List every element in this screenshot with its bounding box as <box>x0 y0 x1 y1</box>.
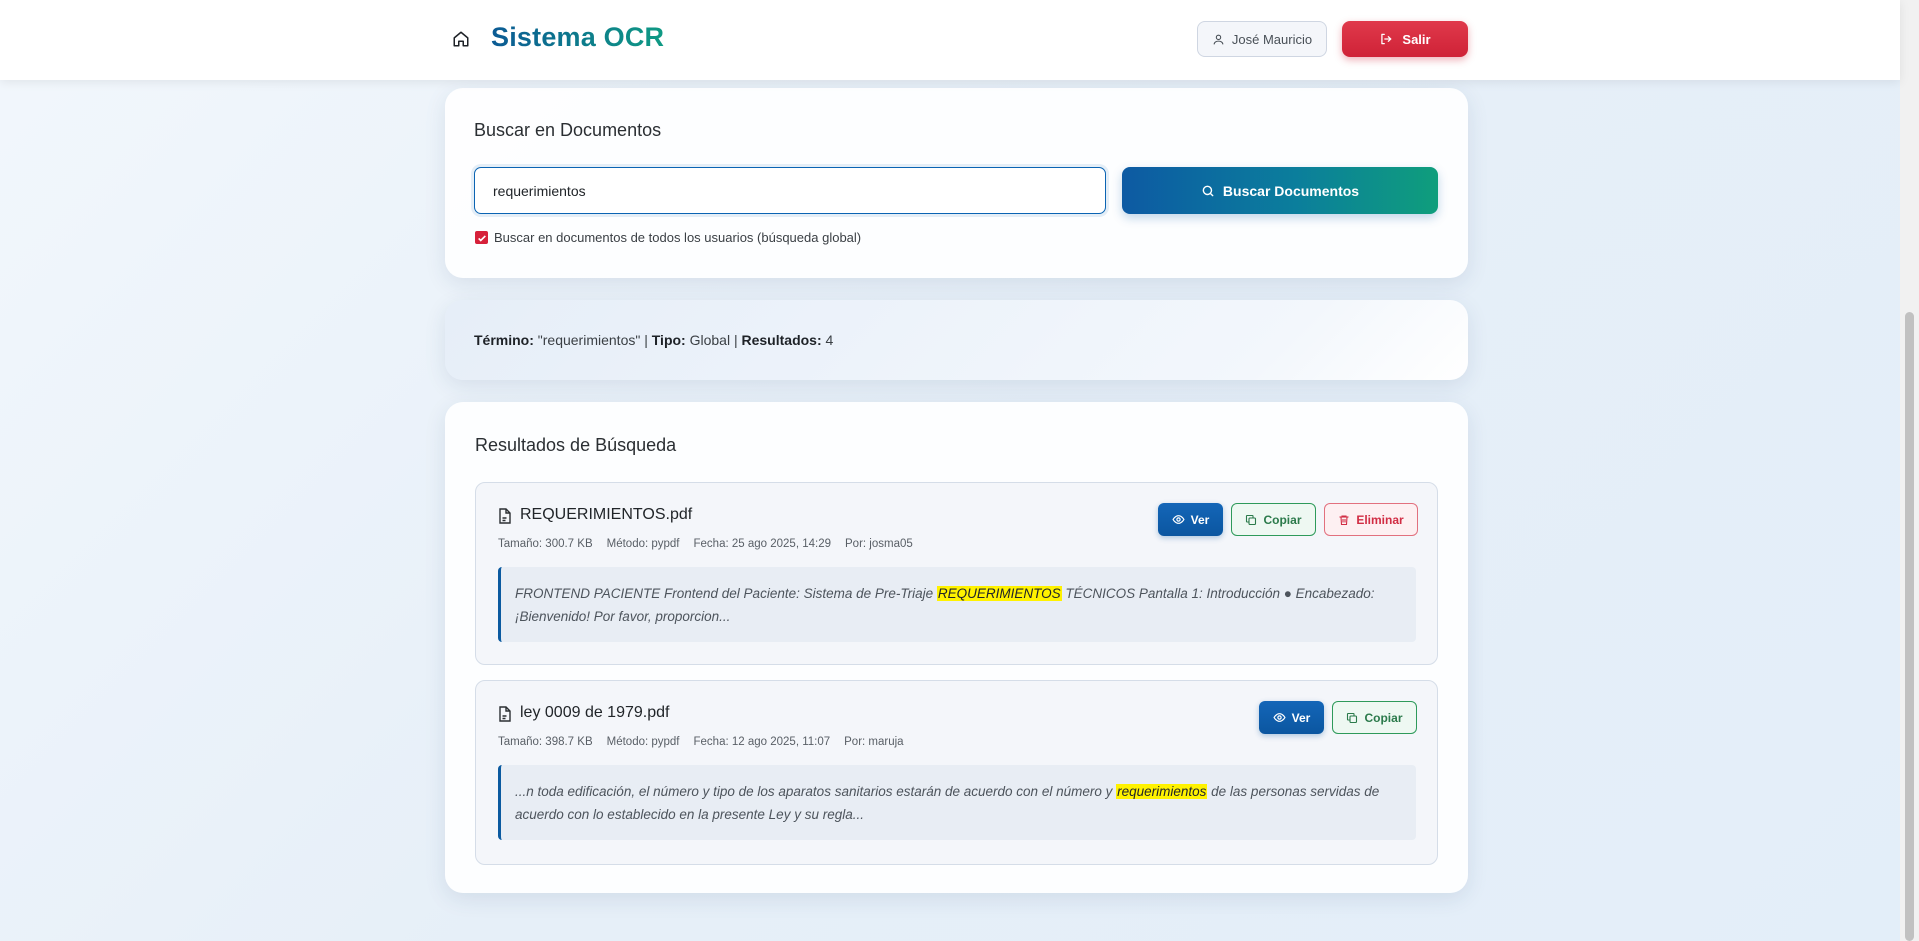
result-method: Método: pypdf <box>606 538 680 550</box>
result-file-name[interactable]: ley 0009 de 1979.pdf <box>520 704 669 722</box>
logout-button[interactable]: Salir <box>1342 21 1468 57</box>
match-highlight: REQUERIMIENTOS <box>936 586 1062 601</box>
global-search-label[interactable]: Buscar en documentos de todos los usuari… <box>494 230 861 245</box>
copy-label: Copiar <box>1263 512 1302 527</box>
copy-button[interactable]: Copiar <box>1332 701 1417 734</box>
search-icon <box>1202 185 1214 196</box>
search-button[interactable]: Buscar Documentos <box>1122 167 1438 214</box>
result-excerpt: FRONTEND PACIENTE Frontend del Paciente:… <box>498 567 1416 642</box>
summary-line: Término: "requerimientos" | Tipo: Global… <box>474 332 833 348</box>
copy-icon <box>1246 514 1257 525</box>
results-title: Resultados de Búsqueda <box>475 435 677 455</box>
delete-label: Eliminar <box>1356 512 1404 527</box>
search-input[interactable] <box>474 167 1106 214</box>
result-file-name[interactable]: REQUERIMIENTOS.pdf <box>520 506 692 524</box>
copy-icon <box>1347 712 1358 723</box>
copy-label: Copiar <box>1364 710 1403 725</box>
type-value: Global <box>689 332 731 348</box>
checkmark-icon <box>477 234 486 242</box>
excerpt-text: ...n toda edificación, el número y tipo … <box>515 784 1117 799</box>
separator: | <box>733 332 738 348</box>
copy-button[interactable]: Copiar <box>1231 503 1316 536</box>
result-item: REQUERIMIENTOS.pdf Tamaño: 300.7 KB Méto… <box>475 482 1438 665</box>
search-summary: Término: "requerimientos" | Tipo: Global… <box>445 300 1468 380</box>
top-navbar: Sistema OCR José Mauricio Salir <box>0 0 1900 80</box>
user-icon <box>1213 34 1224 44</box>
view-button[interactable]: Ver <box>1158 503 1223 536</box>
result-date: Fecha: 12 ago 2025, 11:07 <box>693 736 831 748</box>
delete-button[interactable]: Eliminar <box>1324 503 1418 536</box>
logout-label: Salir <box>1402 31 1431 47</box>
result-owner: Por: maruja <box>844 736 904 748</box>
result-actions: Ver Copiar Eliminar <box>1158 503 1418 536</box>
results-count-value: 4 <box>825 332 834 348</box>
result-method: Método: pypdf <box>606 736 680 748</box>
result-actions: Ver Copiar <box>1259 701 1417 734</box>
excerpt-text: FRONTEND PACIENTE Frontend del Paciente:… <box>515 586 937 601</box>
result-size: Tamaño: 398.7 KB <box>498 736 593 748</box>
file-icon <box>499 706 511 722</box>
result-date: Fecha: 25 ago 2025, 14:29 <box>693 538 831 550</box>
result-size: Tamaño: 300.7 KB <box>498 538 593 550</box>
trash-icon <box>1339 514 1349 525</box>
term-label: Término: <box>474 332 534 348</box>
logout-icon <box>1381 33 1392 45</box>
result-excerpt: ...n toda edificación, el número y tipo … <box>498 765 1416 840</box>
global-search-checkbox[interactable] <box>475 231 488 244</box>
eye-icon <box>1172 515 1185 524</box>
separator: | <box>644 332 648 348</box>
view-button[interactable]: Ver <box>1259 701 1324 734</box>
view-label: Ver <box>1190 512 1210 527</box>
page-scrollbar[interactable] <box>1900 0 1919 941</box>
result-owner: Por: josma05 <box>845 538 913 550</box>
search-card: Buscar en Documentos Buscar Documentos B… <box>445 88 1468 278</box>
result-meta: Tamaño: 398.7 KB Método: pypdf Fecha: 12… <box>498 736 904 748</box>
user-name: José Mauricio <box>1231 31 1313 47</box>
brand-title[interactable]: Sistema OCR <box>491 22 664 53</box>
type-label: Tipo: <box>651 332 686 348</box>
scrollbar-thumb[interactable] <box>1905 312 1914 941</box>
eye-icon <box>1273 713 1286 722</box>
user-profile-button[interactable]: José Mauricio <box>1197 21 1327 57</box>
results-card: Resultados de Búsqueda REQUERIMIENTOS.pd… <box>445 402 1468 893</box>
home-icon[interactable] <box>448 26 474 52</box>
result-meta: Tamaño: 300.7 KB Método: pypdf Fecha: 25… <box>498 538 913 550</box>
results-count-label: Resultados: <box>741 332 822 348</box>
term-value: "requerimientos" <box>537 332 641 348</box>
match-highlight: requerimientos <box>1116 784 1208 799</box>
search-card-title: Buscar en Documentos <box>474 120 662 140</box>
view-label: Ver <box>1291 710 1311 725</box>
file-icon <box>499 508 511 524</box>
search-button-label: Buscar Documentos <box>1222 182 1360 199</box>
result-item: ley 0009 de 1979.pdf Tamaño: 398.7 KB Mé… <box>475 680 1438 865</box>
